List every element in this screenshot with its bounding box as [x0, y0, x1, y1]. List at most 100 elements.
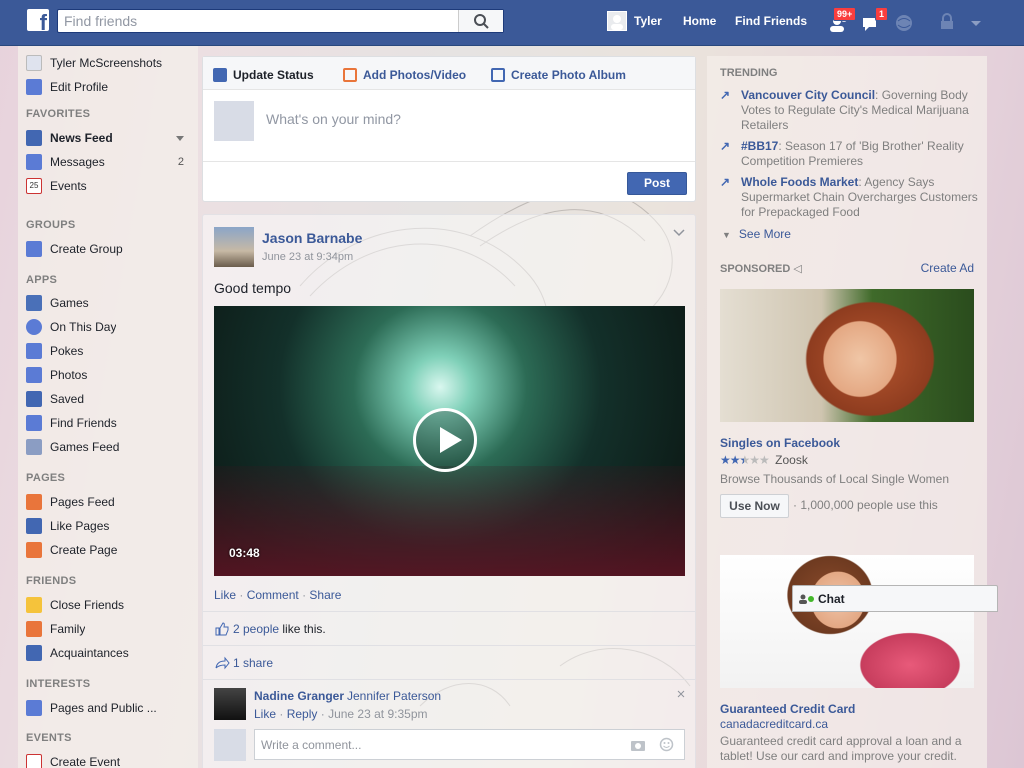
use-now-button[interactable]: Use Now	[720, 494, 789, 518]
feed-story: Jason Barnabe June 23 at 9:34pm Good tem…	[202, 214, 696, 768]
separator: ·	[320, 707, 329, 721]
tab-add-photos-video[interactable]: Add Photos/Video	[343, 65, 466, 85]
ad-url[interactable]: canadacreditcard.ca	[720, 717, 828, 731]
trending-topic[interactable]: Vancouver City Council	[741, 88, 875, 102]
commenter-avatar[interactable]	[214, 688, 246, 720]
commenter-name[interactable]: Nadine Granger	[254, 689, 344, 703]
sidebar-item-edit-profile[interactable]: Edit Profile	[26, 77, 194, 97]
home-link[interactable]: Home	[683, 14, 716, 28]
camera-icon[interactable]	[630, 738, 646, 752]
comment-actions: Like · Reply · June 23 at 9:35pm	[254, 707, 427, 721]
profile-avatar[interactable]	[607, 11, 627, 31]
sidebar-item-pokes[interactable]: Pokes	[26, 341, 194, 361]
sidebar-item-create-event[interactable]: Create Event	[26, 752, 194, 768]
likes-summary: 2 people like this.	[203, 611, 695, 645]
games-icon	[26, 295, 42, 311]
video-player[interactable]: 03:48	[214, 306, 685, 576]
chat-bar[interactable]: Chat	[792, 585, 998, 612]
ad-description: Browse Thousands of Local Single Women	[720, 472, 950, 486]
ad-image[interactable]	[720, 555, 974, 688]
sidebar-item-news-feed[interactable]: News Feed	[26, 128, 194, 148]
bookmark-icon	[26, 391, 42, 407]
trending-item[interactable]: ↗ Vancouver City Council: Governing Body…	[720, 88, 978, 133]
account-menu[interactable]	[966, 12, 990, 34]
tab-create-photo-album[interactable]: Create Photo Album	[491, 65, 626, 85]
play-icon[interactable]	[413, 408, 477, 472]
story-timestamp[interactable]: June 23 at 9:34pm	[262, 251, 353, 263]
messages-jewel[interactable]: 1	[860, 7, 889, 34]
sidebar-item-like-pages[interactable]: Like Pages	[26, 516, 194, 536]
ad-title[interactable]: Singles on Facebook	[720, 436, 840, 450]
video-frame	[214, 466, 685, 576]
comment-link[interactable]: Comment	[247, 588, 299, 602]
notifications-jewel[interactable]	[893, 12, 917, 34]
privacy-shortcuts[interactable]	[938, 12, 962, 34]
like-link[interactable]: Like	[214, 588, 236, 602]
facebook-logo[interactable]: f	[27, 9, 49, 31]
post-button[interactable]: Post	[627, 172, 687, 195]
trending-topic[interactable]: #BB17	[741, 139, 778, 153]
shares-link[interactable]: 1 share	[233, 656, 273, 670]
share-link[interactable]: Share	[309, 588, 341, 602]
trending-item[interactable]: ↗ #BB17: Season 17 of 'Big Brother' Real…	[720, 139, 978, 169]
sidebar-item-on-this-day[interactable]: On This Day	[26, 317, 194, 337]
people-icon	[26, 645, 42, 661]
create-ad-link[interactable]: Create Ad	[921, 261, 974, 275]
comment-like-link[interactable]: Like	[254, 707, 276, 721]
comment-input[interactable]	[255, 730, 615, 759]
sidebar-item-find-friends[interactable]: Find Friends	[26, 413, 194, 433]
tab-update-status[interactable]: Update Status	[213, 65, 314, 85]
sidebar-item-label: Family	[50, 622, 86, 636]
news-feed-icon	[26, 130, 42, 146]
sidebar-item-acquaintances[interactable]: Acquaintances	[26, 643, 194, 663]
groups-header: GROUPS	[26, 219, 76, 231]
search-button[interactable]	[458, 10, 503, 32]
emoji-icon[interactable]	[659, 737, 674, 752]
sidebar-item-label: Close Friends	[50, 598, 125, 612]
author-name[interactable]: Jason Barnabe	[262, 230, 362, 246]
comment-timestamp[interactable]: June 23 at 9:35pm	[328, 707, 427, 721]
sidebar-item-games[interactable]: Games	[26, 293, 194, 313]
ad-image[interactable]	[720, 289, 974, 422]
sidebar-item-label: Create Group	[50, 242, 123, 256]
sidebar-item-create-page[interactable]: Create Page	[26, 540, 194, 560]
sidebar-item-messages[interactable]: Messages 2	[26, 152, 194, 172]
status-input[interactable]: What's on your mind?	[266, 111, 401, 127]
chevron-down-icon[interactable]	[673, 229, 685, 237]
search-input[interactable]	[58, 10, 458, 32]
trending-item[interactable]: ↗ Whole Foods Market: Agency Says Superm…	[720, 175, 978, 220]
star-rating-icon: ★★★★★★	[720, 453, 770, 467]
sidebar-item-close-friends[interactable]: Close Friends	[26, 595, 194, 615]
sidebar-item-profile[interactable]: Tyler McScreenshots	[26, 53, 194, 73]
profile-link[interactable]: Tyler	[634, 14, 662, 28]
album-icon	[491, 68, 505, 82]
see-more-link[interactable]: ▼ See More	[722, 227, 791, 241]
sidebar-item-photos[interactable]: Photos	[26, 365, 194, 385]
sidebar-item-pages-feed[interactable]: Pages Feed	[26, 492, 194, 512]
likers-link[interactable]: 2 people	[233, 622, 279, 636]
search-icon	[474, 14, 489, 29]
pencil-icon	[26, 79, 42, 95]
ad-title[interactable]: Guaranteed Credit Card	[720, 702, 855, 716]
sidebar-item-label: Tyler McScreenshots	[50, 56, 163, 70]
trending-topic[interactable]: Whole Foods Market	[741, 175, 858, 189]
close-icon[interactable]	[677, 690, 685, 698]
sidebar-item-events[interactable]: 25 Events	[26, 176, 194, 196]
author-avatar[interactable]	[214, 227, 254, 267]
comment-mention[interactable]: Jennifer Paterson	[347, 689, 441, 703]
sidebar-item-games-feed[interactable]: Games Feed	[26, 437, 194, 457]
ad-rating: ★★★★★★ Zoosk	[720, 453, 808, 467]
friend-requests-jewel[interactable]: 99+	[828, 7, 857, 34]
find-friends-link[interactable]: Find Friends	[735, 14, 807, 28]
trending-header: TRENDING	[720, 67, 778, 79]
caret-down-icon[interactable]	[176, 136, 184, 141]
sidebar-item-pages-and-public[interactable]: Pages and Public ...	[26, 698, 194, 718]
sidebar-item-label: Saved	[50, 392, 85, 406]
sidebar-item-label: Pages and Public ...	[50, 701, 157, 715]
comment-reply-link[interactable]: Reply	[287, 707, 318, 721]
sidebar-item-create-group[interactable]: Create Group	[26, 239, 194, 259]
top-bar: f Tyler Home Find Friends 99+ 1	[0, 0, 1024, 46]
rating-source: Zoosk	[775, 453, 808, 467]
sidebar-item-family[interactable]: Family	[26, 619, 194, 639]
sidebar-item-saved[interactable]: Saved	[26, 389, 194, 409]
